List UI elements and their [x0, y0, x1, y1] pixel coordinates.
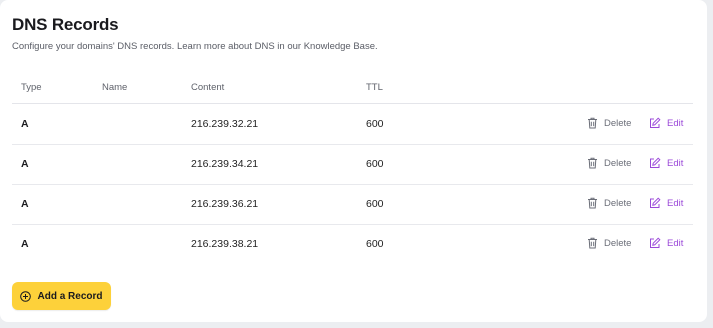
trash-icon [588, 117, 597, 129]
delete-button[interactable]: Delete [587, 237, 631, 249]
record-content: 216.239.32.21 [191, 118, 259, 130]
delete-button[interactable]: Delete [587, 197, 631, 209]
record-content: 216.239.34.21 [191, 158, 259, 170]
record-type: A [21, 198, 29, 210]
table-row: A 216.239.34.21 600 Delete Edit [12, 144, 693, 185]
header-type: Type [21, 82, 42, 93]
delete-label: Delete [604, 157, 632, 169]
edit-label: Edit [667, 157, 684, 169]
add-record-label: Add a Record [37, 290, 103, 302]
record-type: A [21, 238, 29, 250]
edit-button[interactable]: Edit [649, 157, 683, 169]
delete-label: Delete [604, 197, 632, 209]
table-row: A 216.239.38.21 600 Delete Edit [12, 224, 693, 264]
table-row: A 216.239.36.21 600 Delete Edit [12, 184, 693, 225]
edit-icon [650, 237, 661, 248]
table-header: Type Name Content TTL [12, 70, 693, 104]
table-row: A 216.239.32.21 600 Delete Edit [12, 104, 693, 145]
page-title: DNS Records [12, 15, 119, 34]
record-ttl: 600 [366, 158, 384, 170]
header-content: Content [191, 82, 225, 93]
dns-records-card: DNS Records Configure your domains' DNS … [0, 0, 707, 322]
record-content: 216.239.36.21 [191, 198, 259, 210]
delete-label: Delete [604, 117, 632, 129]
edit-label: Edit [667, 237, 684, 249]
trash-icon [588, 197, 597, 209]
edit-icon [650, 117, 661, 128]
trash-icon [588, 157, 597, 169]
record-ttl: 600 [366, 198, 384, 210]
record-type: A [21, 118, 29, 130]
edit-label: Edit [667, 117, 684, 129]
edit-label: Edit [667, 197, 684, 209]
edit-button[interactable]: Edit [649, 117, 683, 129]
record-ttl: 600 [366, 238, 384, 250]
add-record-button[interactable]: Add a Record [12, 282, 111, 310]
delete-label: Delete [604, 237, 632, 249]
record-type: A [21, 158, 29, 170]
delete-button[interactable]: Delete [587, 157, 631, 169]
edit-icon [650, 197, 661, 208]
record-ttl: 600 [366, 118, 384, 130]
page-subtitle: Configure your domains' DNS records. Lea… [12, 41, 378, 52]
edit-button[interactable]: Edit [649, 237, 683, 249]
trash-icon [588, 237, 597, 249]
header-name: Name [102, 82, 128, 93]
plus-circle-icon [20, 290, 32, 302]
record-content: 216.239.38.21 [191, 238, 259, 250]
edit-button[interactable]: Edit [649, 197, 683, 209]
header-ttl: TTL [366, 82, 383, 93]
delete-button[interactable]: Delete [587, 117, 631, 129]
edit-icon [650, 157, 661, 168]
